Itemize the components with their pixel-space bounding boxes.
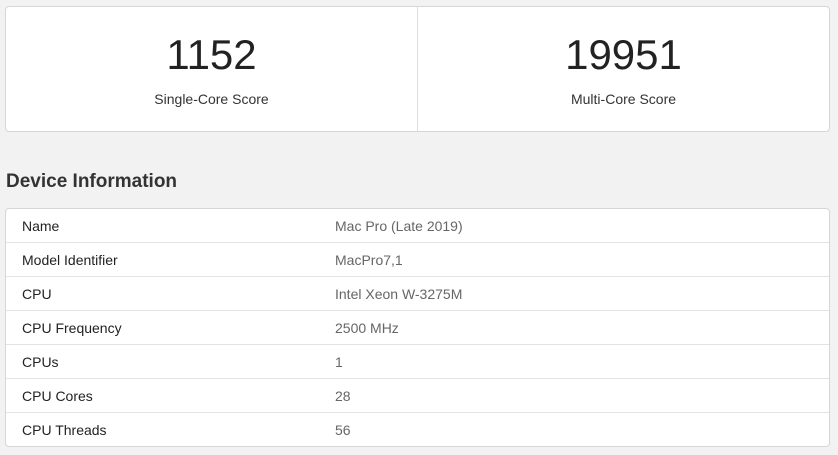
row-name: Model Identifier [22,251,118,268]
table-row: CPU Frequency 2500 MHz [6,310,829,344]
single-core-score-cell: 1152 Single-Core Score [6,7,417,131]
row-value: 1 [335,353,343,370]
table-row: CPUs 1 [6,344,829,378]
row-name: CPU Cores [22,387,93,404]
row-value: 56 [335,421,351,438]
row-value: 2500 MHz [335,319,399,336]
benchmark-result-page: 1152 Single-Core Score 19951 Multi-Core … [0,0,838,455]
row-name: CPU Frequency [22,319,122,336]
table-row: CPU Cores 28 [6,378,829,412]
table-row: Name Mac Pro (Late 2019) [6,209,829,242]
row-value: Mac Pro (Late 2019) [335,217,463,234]
row-name: CPUs [22,353,59,370]
row-value: Intel Xeon W-3275M [335,285,463,302]
single-core-score-label: Single-Core Score [154,91,269,107]
single-core-score-value: 1152 [166,31,257,78]
table-row: CPU Intel Xeon W-3275M [6,276,829,310]
table-row: Model Identifier MacPro7,1 [6,242,829,276]
row-name: Name [22,217,60,234]
row-value: MacPro7,1 [335,251,403,268]
device-information-table: Name Mac Pro (Late 2019) Model Identifie… [5,208,830,447]
multi-core-score-label: Multi-Core Score [570,91,677,107]
row-name: CPU Threads [22,421,107,438]
multi-core-score-value: 19951 [565,31,682,78]
multi-core-score-cell: 19951 Multi-Core Score [417,7,829,131]
row-value: 28 [335,387,351,404]
score-card: 1152 Single-Core Score 19951 Multi-Core … [5,6,830,132]
table-row: CPU Threads 56 [6,412,829,446]
device-information-heading: Device Information [6,171,178,192]
row-name: CPU [22,285,52,302]
